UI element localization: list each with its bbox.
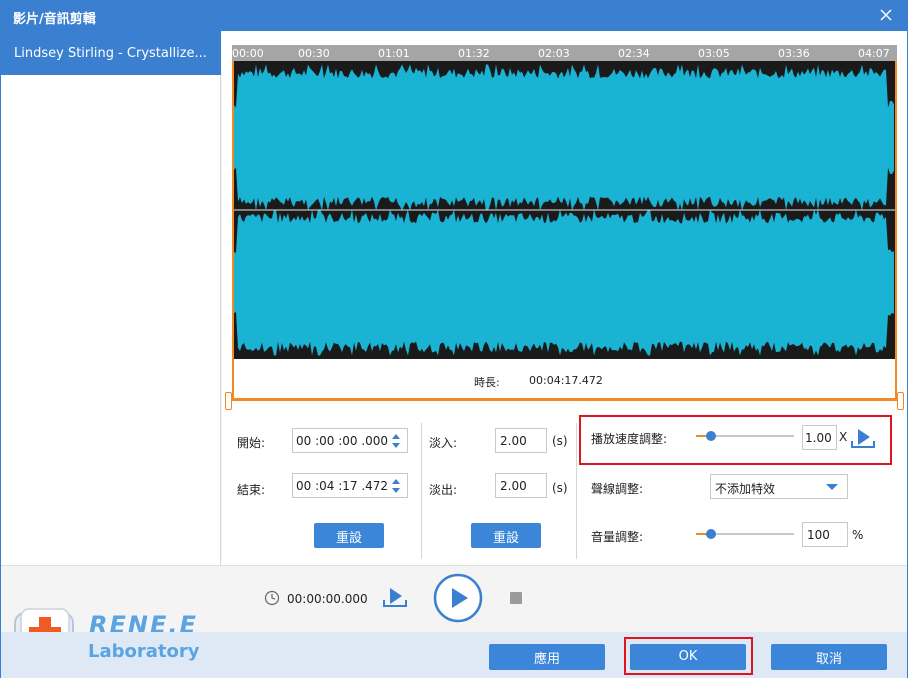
stop-icon[interactable] bbox=[510, 592, 522, 604]
clock-icon bbox=[264, 590, 280, 606]
speed-unit: X bbox=[839, 430, 848, 444]
volume-slider-knob[interactable] bbox=[705, 529, 716, 539]
duration-bar: 時長: 00:04:17.472 bbox=[232, 359, 897, 399]
end-time-value: 00 :04 :17 .472 bbox=[296, 479, 389, 493]
start-time-input[interactable]: 00 :00 :00 .000 bbox=[292, 428, 408, 453]
duration-value: 00:04:17.472 bbox=[529, 374, 603, 387]
trim-range-bar bbox=[226, 398, 903, 401]
playback-time: 00:00:00.000 bbox=[287, 592, 368, 606]
volume-label: 音量調整: bbox=[591, 530, 644, 544]
voice-effect-select[interactable]: 不添加特效 bbox=[710, 474, 848, 499]
start-time-label: 開始: bbox=[237, 436, 266, 450]
window-title: 影片/音訊剪輯 bbox=[13, 12, 96, 27]
end-time-label: 結束: bbox=[237, 483, 266, 497]
dialog-footer: Laboratory 應用 OK 取消 bbox=[1, 632, 907, 678]
fade-reset-button[interactable]: 重設 bbox=[471, 523, 541, 548]
apply-button[interactable]: 應用 bbox=[489, 644, 605, 670]
voice-effect-selected: 不添加特效 bbox=[715, 482, 776, 496]
chevron-down-icon bbox=[826, 484, 838, 490]
preview-play-icon[interactable] bbox=[850, 427, 876, 449]
editor-panel: 00:00 00:30 01:01 01:32 02:03 02:34 03:0… bbox=[222, 31, 907, 565]
duration-label: 時長: bbox=[474, 376, 500, 389]
timeline-tick: 00:00 bbox=[232, 47, 264, 60]
speed-input[interactable]: 1.00 bbox=[802, 425, 837, 450]
video-audio-editor-window: 影片/音訊剪輯 Lindsey Stirling - Crystallize..… bbox=[0, 0, 908, 678]
fade-in-unit: (s) bbox=[552, 434, 568, 448]
audio-waveform[interactable] bbox=[232, 61, 897, 359]
timeline-tick: 02:03 bbox=[538, 47, 570, 60]
spin-arrows-icon[interactable] bbox=[391, 431, 401, 451]
timeline-tick: 01:01 bbox=[378, 47, 410, 60]
ok-button[interactable]: OK bbox=[630, 644, 746, 670]
trim-start-handle[interactable] bbox=[225, 392, 232, 410]
waveform-channel bbox=[234, 209, 894, 356]
trim-end-handle[interactable] bbox=[897, 392, 904, 410]
timeline-tick: 03:05 bbox=[698, 47, 730, 60]
volume-input[interactable]: 100 bbox=[802, 522, 848, 547]
timeline-tick: 02:34 bbox=[618, 47, 650, 60]
fade-in-input[interactable]: 2.00 bbox=[495, 428, 547, 453]
trim-reset-button[interactable]: 重設 bbox=[314, 523, 384, 548]
divider bbox=[576, 423, 577, 559]
logo-subtitle: Laboratory bbox=[88, 641, 200, 662]
fade-out-input[interactable]: 2.00 bbox=[495, 473, 547, 498]
preview-play-icon[interactable] bbox=[382, 586, 408, 608]
timeline-tick: 03:36 bbox=[778, 47, 810, 60]
play-button-icon[interactable] bbox=[433, 573, 483, 623]
echo-label: 聲線調整: bbox=[591, 482, 644, 496]
fade-in-label: 淡入: bbox=[429, 436, 458, 450]
end-time-input[interactable]: 00 :04 :17 .472 bbox=[292, 473, 408, 498]
close-icon[interactable] bbox=[877, 6, 895, 24]
waveform-graphic bbox=[234, 64, 895, 356]
start-time-value: 00 :00 :00 .000 bbox=[296, 434, 389, 448]
waveform-channel bbox=[234, 64, 894, 211]
cancel-button[interactable]: 取消 bbox=[771, 644, 887, 670]
timeline-ruler[interactable]: 00:00 00:30 01:01 01:32 02:03 02:34 03:0… bbox=[232, 45, 897, 61]
speed-label: 播放速度調整: bbox=[591, 432, 668, 446]
title-bar: 影片/音訊剪輯 bbox=[1, 1, 907, 31]
file-list-item[interactable]: Lindsey Stirling - Crystallize... bbox=[1, 31, 221, 75]
fade-out-label: 淡出: bbox=[429, 483, 458, 497]
timeline-tick: 01:32 bbox=[458, 47, 490, 60]
fade-out-unit: (s) bbox=[552, 481, 568, 495]
timeline-tick: 04:07 bbox=[858, 47, 890, 60]
file-list-sidebar: Lindsey Stirling - Crystallize... bbox=[1, 31, 221, 565]
file-name-label: Lindsey Stirling - Crystallize... bbox=[14, 46, 207, 61]
timeline-tick: 00:30 bbox=[298, 47, 330, 60]
divider bbox=[421, 423, 422, 559]
volume-unit: % bbox=[852, 528, 864, 542]
spin-arrows-icon[interactable] bbox=[391, 476, 401, 496]
speed-slider-knob[interactable] bbox=[705, 431, 716, 441]
